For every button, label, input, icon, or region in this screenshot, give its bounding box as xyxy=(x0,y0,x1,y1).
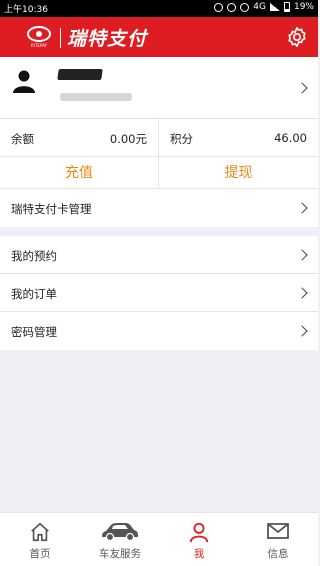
balance-label: 余额 xyxy=(11,132,34,146)
tab-me[interactable]: 我 xyxy=(159,513,239,566)
logo-divider xyxy=(60,27,61,48)
tab-label: 车友服务 xyxy=(99,548,141,560)
tab-label: 我 xyxy=(193,548,205,560)
points-value: 46.00 xyxy=(274,131,307,145)
menu-item-label: 密码管理 xyxy=(11,325,57,339)
menu-item-password[interactable]: 密码管理 xyxy=(0,312,318,350)
balance-row: 余额 0.00元 积分 46.00 xyxy=(0,119,318,157)
tab-messages[interactable]: 信息 xyxy=(238,513,318,566)
chevron-right-icon xyxy=(296,325,308,337)
car-icon xyxy=(102,523,138,542)
points-cell: 积分 46.00 xyxy=(159,119,318,157)
tab-label: 信息 xyxy=(267,548,289,560)
status-time: 上午10:36 xyxy=(4,5,48,15)
menu-item-label: 我的预约 xyxy=(11,249,57,263)
battery-icon xyxy=(283,2,290,12)
status-icons: 4G 19% xyxy=(214,2,314,12)
withdraw-button[interactable]: 提现 xyxy=(159,157,318,189)
tab-label: 首页 xyxy=(29,548,51,560)
logo-small-text: RITEPAY xyxy=(31,42,47,48)
mute-icon xyxy=(240,2,250,12)
logo-text: 瑞特支付 xyxy=(67,28,148,50)
menu-item-orders[interactable]: 我的订单 xyxy=(0,274,318,312)
balance-value: 0.00元 xyxy=(109,132,147,146)
menu-item-label: 我的订单 xyxy=(11,287,57,301)
chevron-right-icon xyxy=(296,287,308,299)
clock-icon xyxy=(227,2,237,12)
menu-item-label: 瑞特支付卡管理 xyxy=(11,202,92,216)
chevron-right-icon xyxy=(296,249,308,261)
logo-mark-icon: RITEPAY xyxy=(24,25,54,51)
chevron-right-icon xyxy=(296,82,308,94)
signal-icon xyxy=(269,3,280,11)
network-label: 4G xyxy=(253,2,266,12)
avatar-icon xyxy=(13,70,35,93)
user-id-redacted xyxy=(60,93,132,101)
app-header: RITEPAY 瑞特支付 xyxy=(0,17,318,57)
menu-item-reservations[interactable]: 我的预约 xyxy=(0,236,318,274)
chevron-right-icon xyxy=(296,202,308,214)
status-bar: 上午10:36 4G 19% xyxy=(0,0,318,17)
action-row: 充值 提现 xyxy=(0,157,318,189)
person-icon xyxy=(189,522,209,543)
menu-item-card-manage[interactable]: 瑞特支付卡管理 xyxy=(0,189,318,227)
battery-percent: 19% xyxy=(293,2,314,12)
tab-car-services[interactable]: 车友服务 xyxy=(80,513,160,566)
balance-cell: 余额 0.00元 xyxy=(0,119,159,157)
home-icon xyxy=(31,522,49,542)
settings-gear-icon[interactable] xyxy=(286,26,308,48)
mail-icon xyxy=(267,523,289,539)
profile-row[interactable] xyxy=(0,57,318,119)
recharge-button[interactable]: 充值 xyxy=(0,157,159,189)
bottom-tab-bar: 首页 车友服务 我 信息 xyxy=(0,512,318,566)
tab-home[interactable]: 首页 xyxy=(0,513,80,566)
username-redacted xyxy=(57,69,103,80)
alarm-icon xyxy=(214,2,224,12)
app-logo: RITEPAY 瑞特支付 xyxy=(24,24,147,51)
points-label: 积分 xyxy=(170,132,193,146)
